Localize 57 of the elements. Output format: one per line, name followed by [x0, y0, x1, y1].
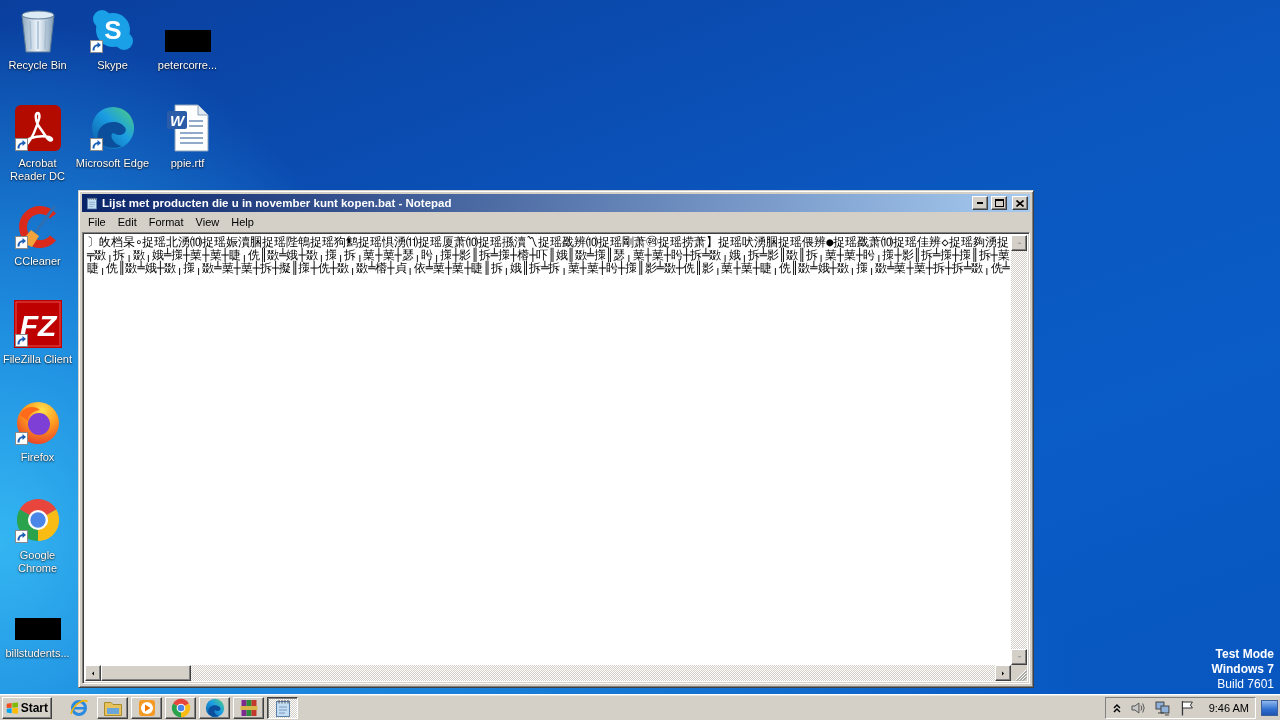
text-line: 〕敀档杲∘捉瑶北湧⑽捉瑶娠瀆䐃捉瑶陛鵇捉瑶狗鹪捉瑶惧湧⑾捉瑶厦萧⑽捉瑶搎瀆〽捉瑶戤辨⑽捉瑶剛萧㉽捉瑶捞萧】捉瑶吠湧䐃捉瑶偎辨●捉瑶戤萧⑽捉瑶佳辨◇捉瑶夠湧捉 — [87, 236, 1009, 249]
close-icon — [1016, 199, 1024, 207]
os-notice-text: Build 7601 — [1217, 677, 1274, 692]
speaker-icon[interactable] — [1129, 699, 1146, 716]
menu-item[interactable]: Edit — [112, 213, 142, 230]
menu-item[interactable]: View — [190, 213, 225, 230]
edge-logo-icon — [204, 697, 225, 718]
flag-icon[interactable] — [1179, 699, 1194, 716]
minimize-button[interactable] — [972, 196, 988, 210]
notepad-icon — [85, 195, 99, 211]
clock-text[interactable]: 9:46 AM — [1208, 701, 1249, 714]
desktop-icon-label[interactable]: Skype — [75, 59, 150, 72]
os-notice-text: Windows 7 — [1211, 662, 1274, 677]
maximize-button[interactable] — [991, 196, 1007, 210]
scroll-up-button[interactable] — [1011, 235, 1027, 251]
firefox-logo-icon[interactable] — [14, 399, 61, 445]
chevron-up-icon[interactable] — [1113, 702, 1121, 713]
maximize-icon — [994, 199, 1004, 207]
redacted-file-icon[interactable] — [14, 618, 61, 640]
menu-item[interactable]: Format — [143, 213, 189, 230]
desktop-icon-label[interactable]: Acrobat Reader DC — [0, 157, 75, 183]
desktop-icon-label[interactable]: CCleaner — [0, 255, 75, 268]
left-arrow-icon — [91, 669, 95, 677]
menu-item[interactable]: Help — [226, 213, 259, 230]
close-button[interactable] — [1012, 196, 1028, 210]
minimize-icon — [977, 202, 983, 204]
taskbar-button[interactable] — [267, 696, 298, 719]
menu-item[interactable]: File — [83, 213, 111, 230]
start-button[interactable]: Start — [2, 696, 52, 719]
desktop-icon-label[interactable]: Recycle Bin — [0, 59, 75, 72]
winrar-books-icon — [238, 697, 259, 718]
up-arrow-icon — [1015, 241, 1023, 245]
scroll-left-button[interactable] — [85, 665, 101, 681]
desktop-icon-label[interactable]: petercorre... — [150, 59, 225, 72]
scroll-right-button[interactable] — [995, 665, 1011, 681]
scroll-thumb[interactable] — [101, 665, 191, 681]
media-player-icon — [136, 697, 157, 718]
network-icon[interactable] — [1154, 699, 1171, 716]
vertical-scrollbar[interactable] — [1011, 235, 1027, 665]
text-line: ╤敪╷拆╷敪╷娥╧㩍┼䔁┼䔁┼睫╷侁║敪╧娥┼敪╷㩍╷拆╷䔁┼䔁┼瑟╷盻╷㩍┼影║拆╧㩍┼㯴┼吓║娥║敪╧㩍║瑟╷䔁┼䔁┼盻┼拆╧敪╷娥╷拆╧影║敪║拆╷䔁┼䔁┼盻╷㩍┼影║拆╧㩍┼㩍║拆┼䔁 — [87, 249, 1010, 262]
desktop-icon-label[interactable]: ppie.rtf — [150, 157, 225, 170]
acrobat-logo-icon[interactable] — [14, 105, 61, 151]
show-desktop-button[interactable] — [1261, 699, 1278, 716]
text-line: 睫╷侁║敪╧娥┼敪╷㩍╷敪╧䔁┼䔁┼拆┼擬║㩍┼侁┼敪╷敪╧㯴┼貞╷依╧䔁┼䔁┼睫║拆╷娥║拆╧拆╷䔁┼䔁┼盻┼㩍║影╧敪┼侁║影╷䔁┼䔁┼睫╷侁║敪╧娥┼敪╷㩍╷敪╧䔁┼䔁┼拆┼拆╧敪╷侁╧ — [87, 262, 1010, 275]
right-arrow-icon — [1001, 669, 1005, 677]
os-notice-text: Test Mode — [1215, 647, 1274, 662]
desktop-icon-label[interactable]: Microsoft Edge — [75, 157, 150, 170]
size-grip-icon[interactable] — [1015, 669, 1027, 681]
internet-explorer-icon — [69, 697, 89, 718]
chrome-logo-icon[interactable] — [14, 497, 61, 543]
filezilla-logo-icon[interactable]: FZ — [13, 300, 62, 348]
chrome-logo-icon — [170, 697, 191, 718]
edge-logo-icon[interactable] — [89, 105, 136, 151]
down-arrow-icon — [1015, 655, 1023, 659]
horizontal-scrollbar[interactable] — [85, 665, 1011, 681]
scroll-down-button[interactable] — [1011, 649, 1027, 665]
window-title: Lijst met producten die u in november kunt kopen.bat - Notepad — [102, 197, 453, 209]
